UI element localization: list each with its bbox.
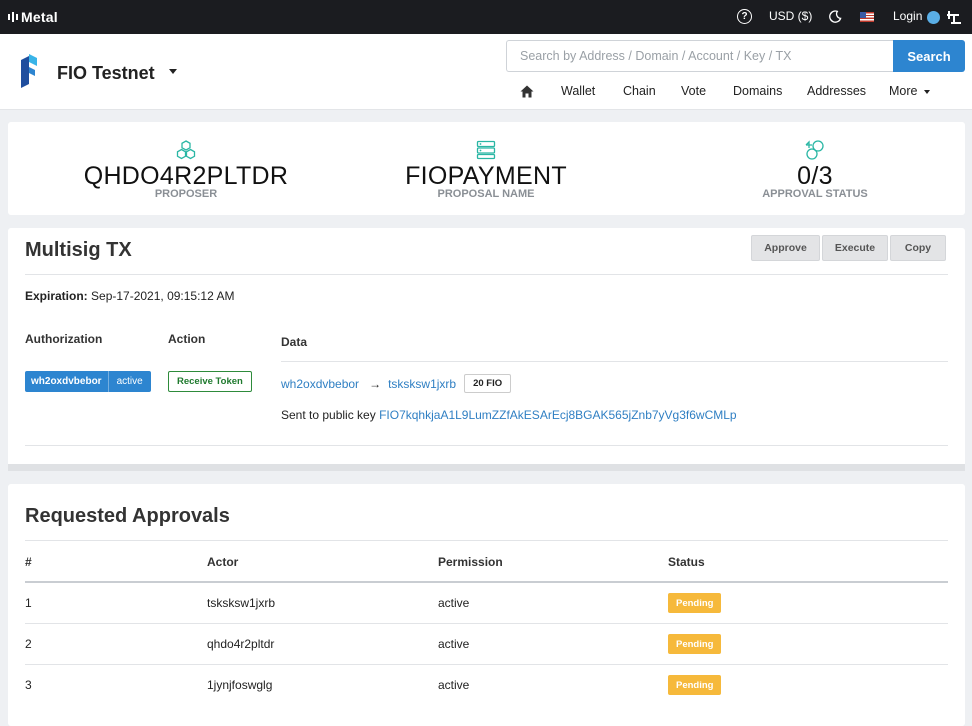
expiration-value: Sep-17-2021, 09:15:12 AM — [91, 289, 235, 303]
status-badge: Pending — [668, 593, 722, 613]
pubkey-prefix: Sent to public key — [281, 408, 376, 422]
expiration: Expiration: Sep-17-2021, 09:15:12 AM — [25, 289, 234, 303]
row-actor-link[interactable]: qhdo4r2pltdr — [207, 637, 274, 651]
multisig-title: Multisig TX — [25, 239, 132, 261]
currency-selector[interactable]: USD ($) — [769, 9, 812, 23]
divider — [25, 540, 948, 541]
proposal-server-icon — [476, 140, 496, 160]
metal-logo-icon — [8, 12, 18, 22]
from-account-link[interactable]: wh2oxdvbebor — [281, 377, 359, 391]
action-badge: Receive Token — [168, 371, 252, 392]
nav-vote[interactable]: Vote — [681, 84, 706, 98]
table-row: 2 qhdo4r2pltdr active Pending — [25, 623, 948, 664]
row-num: 1 — [25, 596, 32, 610]
pubkey-line: Sent to public key FIO7kqhkjaA1L9LumZZfA… — [281, 408, 737, 422]
transfer-line: wh2oxdvbebor → tsksksw1jxrb 20 FIO — [281, 374, 512, 393]
wallet-badge-icon[interactable] — [927, 11, 940, 24]
fio-logo-icon[interactable] — [20, 54, 38, 88]
data-header: Data — [281, 335, 308, 349]
card-footer — [8, 464, 965, 471]
amount-badge: 20 FIO — [464, 374, 512, 393]
expiration-label: Expiration: — [25, 289, 88, 303]
chain-dropdown-caret-icon[interactable] — [169, 69, 177, 74]
row-permission: active — [438, 637, 470, 651]
authorization-header: Authorization — [25, 332, 103, 346]
action-header: Action — [168, 332, 206, 346]
proposer-label: PROPOSER — [154, 188, 218, 200]
help-icon[interactable]: ? — [737, 9, 752, 24]
data-divider — [281, 361, 948, 362]
pubkey-link[interactable]: FIO7kqhkjaA1L9LumZZfAkESArEcj8BGAK565jZn… — [379, 408, 737, 422]
nav-addresses[interactable]: Addresses — [807, 84, 866, 98]
search-input[interactable] — [506, 40, 894, 72]
approval-status-value: 0/3 — [797, 162, 833, 190]
metal-logo[interactable]: Metal — [8, 9, 58, 25]
authorization-badge[interactable]: wh2oxdvbebor active — [25, 371, 151, 392]
row-permission: active — [438, 596, 470, 610]
chevron-down-icon — [924, 89, 931, 94]
col-status-header: Status — [668, 555, 705, 569]
to-account-link[interactable]: tsksksw1jxrb — [388, 377, 456, 391]
currency-exchange-icon — [805, 140, 824, 160]
proposal-name-label: PROPOSAL NAME — [437, 188, 535, 200]
us-flag-icon[interactable] — [860, 12, 874, 22]
nav-more-label: More — [889, 84, 918, 98]
arrow-right-icon: → — [369, 376, 382, 391]
col-num-header: # — [25, 555, 32, 569]
row-actor-link[interactable]: tsksksw1jxrb — [207, 596, 275, 610]
proposer-cubes-icon — [176, 140, 196, 160]
dark-mode-moon-icon[interactable] — [829, 10, 842, 23]
network-key-icon[interactable] — [946, 9, 962, 25]
nav-domains[interactable]: Domains — [733, 84, 782, 98]
status-badge: Pending — [668, 634, 722, 654]
approvals-title: Requested Approvals — [25, 505, 230, 527]
top-bar: Metal ? USD ($) Login — [0, 0, 972, 34]
authorization-permission: active — [107, 371, 151, 392]
login-link[interactable]: Login — [893, 9, 922, 23]
header: FIO Testnet Search Wallet Chain Vote Dom… — [0, 34, 972, 110]
nav-chain[interactable]: Chain — [623, 84, 656, 98]
authorization-actor: wh2oxdvbebor — [31, 376, 102, 387]
col-actor-header: Actor — [207, 555, 239, 569]
multisig-tx-card: Multisig TX Approve Execute Copy Expirat… — [8, 228, 965, 471]
requested-approvals-card: Requested Approvals # Actor Permission S… — [8, 484, 965, 726]
copy-button[interactable]: Copy — [890, 235, 946, 261]
row-actor-link[interactable]: 1jynjfoswglg — [207, 678, 272, 692]
row-permission: active — [438, 678, 470, 692]
search-button[interactable]: Search — [893, 40, 965, 72]
nav-more[interactable]: More — [889, 84, 931, 98]
divider — [25, 274, 948, 275]
proposal-summary-card: QHDO4R2PLTDR PROPOSER FIOPAYMENT PROPOSA… — [8, 122, 965, 215]
home-icon[interactable] — [520, 85, 534, 98]
row-num: 3 — [25, 678, 32, 692]
brand-name: Metal — [21, 9, 58, 25]
proposer-value[interactable]: QHDO4R2PLTDR — [36, 162, 336, 191]
approve-button[interactable]: Approve — [751, 235, 820, 261]
chain-name[interactable]: FIO Testnet — [57, 63, 155, 84]
row-num: 2 — [25, 637, 32, 651]
proposal-name-value: FIOPAYMENT — [405, 162, 567, 190]
table-row: 3 1jynjfoswglg active Pending — [25, 664, 948, 705]
status-badge: Pending — [668, 675, 722, 695]
execute-button[interactable]: Execute — [822, 235, 888, 261]
divider — [25, 445, 948, 446]
approval-status-label: APPROVAL STATUS — [762, 188, 868, 200]
nav-wallet[interactable]: Wallet — [561, 84, 595, 98]
col-permission-header: Permission — [438, 555, 503, 569]
table-row: 1 tsksksw1jxrb active Pending — [25, 581, 948, 622]
